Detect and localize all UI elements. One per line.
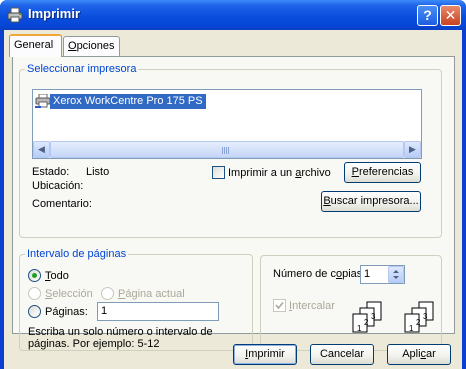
copies-group: Número de copias: 1 Intercalar 1 2 3 1 2… — [260, 255, 442, 351]
page-range-legend: Intervalo de páginas — [27, 248, 127, 260]
comment-label: Comentario: — [32, 198, 92, 210]
dialog-body: General Opciones Seleccionar impresora X… — [4, 30, 462, 369]
status-label: Estado: — [32, 166, 70, 178]
help-icon[interactable]: ? — [417, 5, 438, 26]
tab-panel-general: Seleccionar impresora Xerox WorkCentre P… — [12, 56, 455, 351]
scroll-thumb[interactable] — [50, 141, 404, 158]
collate-page-2: 2 — [364, 318, 369, 327]
location-label: Ubicación: — [32, 180, 84, 192]
scroll-right-icon[interactable]: ▶ — [404, 141, 421, 158]
pages-input[interactable]: 1 — [97, 302, 219, 321]
tab-options-label: Opciones — [68, 40, 115, 52]
close-icon[interactable]: ✕ — [440, 5, 461, 26]
tab-general-label: General — [14, 39, 54, 51]
apply-button[interactable]: Aplicar — [387, 344, 451, 365]
grip-icon — [222, 147, 230, 154]
select-printer-group: Seleccionar impresora Xerox WorkCentre P… — [19, 63, 442, 238]
pages-label[interactable]: Páginas: — [45, 306, 88, 318]
collate-page-3: 3 — [371, 312, 376, 321]
current-page-radio[interactable] — [101, 287, 114, 300]
find-printer-button[interactable]: Buscar impresora... — [321, 191, 421, 212]
copies-label: Número de copias: — [273, 268, 366, 280]
collate-page-3b: 3 — [423, 312, 428, 321]
selection-label[interactable]: Selección — [45, 288, 93, 300]
collate-label[interactable]: Intercalar — [289, 300, 335, 312]
collate-page-2b: 2 — [416, 318, 421, 327]
preferences-button[interactable]: Preferencias — [344, 162, 421, 183]
cancel-button[interactable]: Cancelar — [310, 344, 374, 365]
collate-checkbox[interactable] — [273, 299, 286, 312]
scroll-left-icon[interactable]: ◀ — [33, 141, 50, 158]
collate-page-1b: 1 — [409, 324, 414, 333]
all-pages-radio[interactable] — [28, 269, 41, 282]
network-printer-icon — [35, 94, 51, 108]
printer-name: Xerox WorkCentre Pro 175 PS — [50, 94, 206, 109]
tab-options[interactable]: Opciones — [63, 36, 120, 56]
title-bar[interactable]: Imprimir ? ✕ — [0, 0, 466, 30]
copies-spinner[interactable] — [388, 266, 404, 283]
collate-illustration-icon — [352, 301, 434, 333]
print-button[interactable]: Imprimir — [233, 344, 297, 365]
pages-hint-line-2: páginas. Por ejemplo: 5-12 — [28, 338, 160, 350]
tab-general[interactable]: General — [9, 34, 62, 57]
print-to-file-checkbox[interactable] — [212, 166, 225, 179]
check-icon — [275, 301, 284, 310]
pages-radio[interactable] — [28, 305, 41, 318]
current-page-label[interactable]: Página actual — [118, 288, 185, 300]
collate-page-1: 1 — [357, 324, 362, 333]
printer-list[interactable]: Xerox WorkCentre Pro 175 PS ◀ ▶ — [32, 89, 422, 159]
spin-up-down-icon — [393, 270, 399, 279]
all-pages-label[interactable]: Todo — [45, 270, 69, 282]
status-value: Listo — [86, 166, 110, 178]
page-range-group: Intervalo de páginas Todo Selección Pági… — [19, 248, 253, 351]
print-dialog: Imprimir ? ✕ General Opciones Selecciona… — [0, 0, 466, 369]
select-printer-legend: Seleccionar impresora — [27, 63, 137, 75]
window-title: Imprimir — [28, 6, 81, 21]
printer-list-scrollbar[interactable]: ◀ ▶ — [33, 141, 421, 158]
printer-icon — [7, 7, 23, 23]
pages-hint-line-1: Escriba un solo número o intervalo de — [28, 326, 213, 338]
selection-radio[interactable] — [28, 287, 41, 300]
print-to-file-label[interactable]: Imprimir a un archivo — [228, 167, 331, 179]
